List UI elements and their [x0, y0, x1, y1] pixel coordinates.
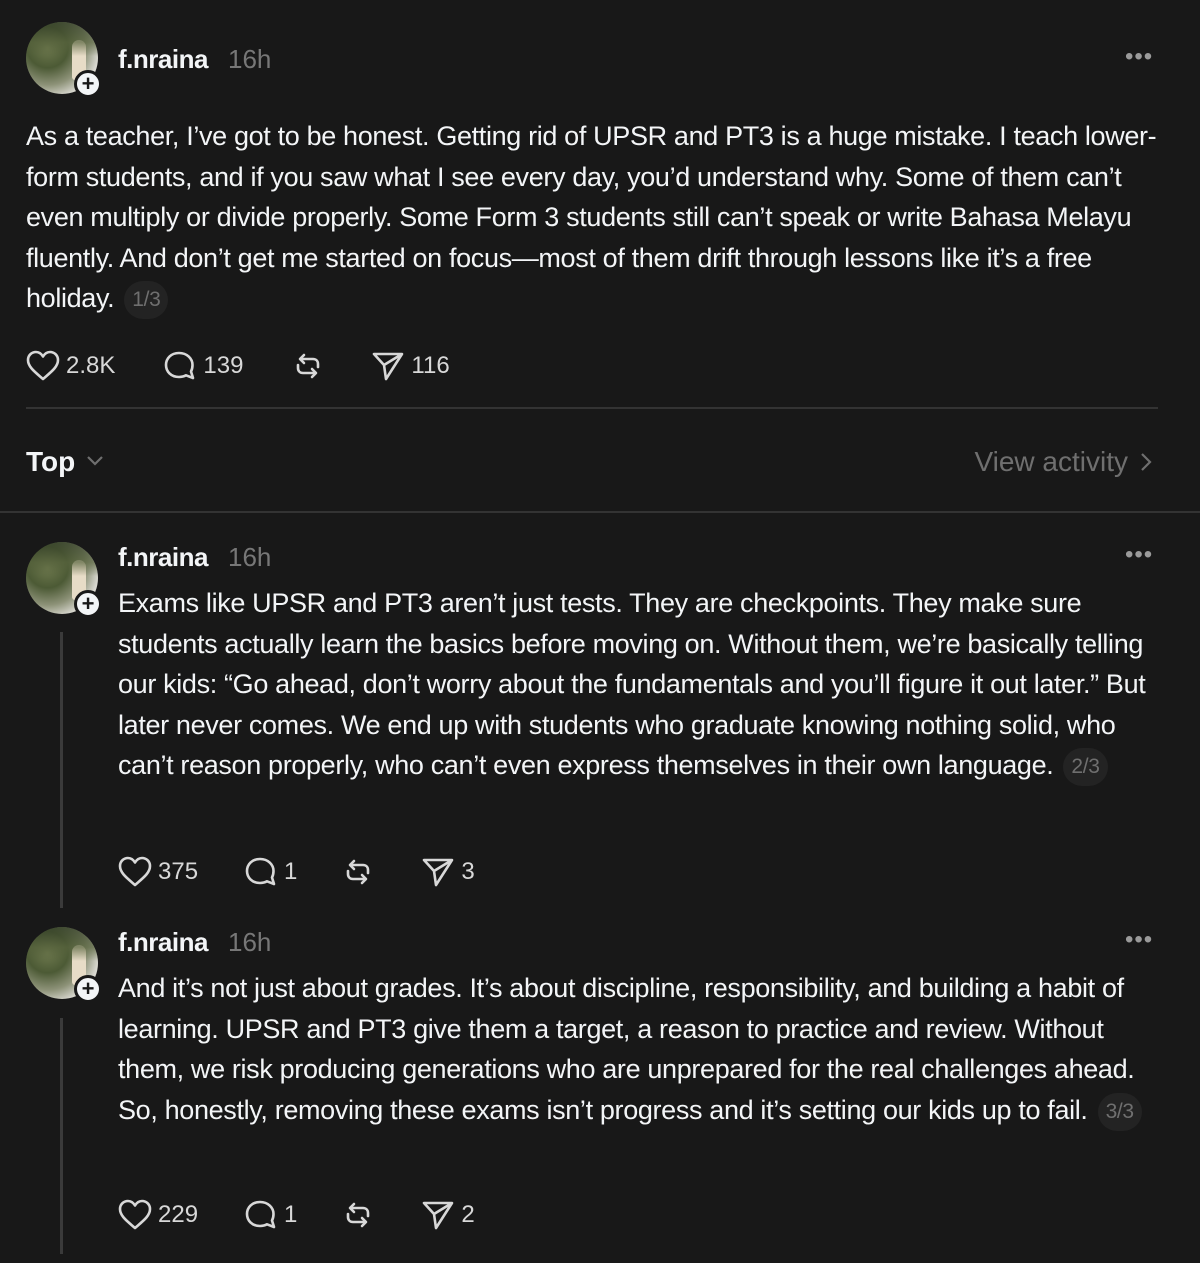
more-options-icon[interactable]: •••: [1125, 45, 1153, 69]
share-count: 2: [461, 1201, 475, 1228]
comment-count: 139: [203, 352, 244, 379]
reply-post: + f.nraina 16h ••• Exams like UPSR and P…: [0, 520, 1200, 905]
thread-pager: 2/3: [1063, 748, 1108, 786]
speech-bubble-icon: [245, 1200, 276, 1229]
like-count: 2.8K: [66, 352, 116, 379]
heart-icon: [118, 1199, 152, 1230]
reply-username[interactable]: f.nraina: [118, 542, 208, 573]
repost-button[interactable]: [341, 856, 375, 888]
share-count: 3: [461, 858, 475, 885]
more-options-icon[interactable]: •••: [1125, 928, 1153, 952]
main-post: + f.nraina 16h ••• As a teacher, I’ve go…: [0, 0, 1200, 410]
like-count: 375: [158, 858, 199, 885]
sort-dropdown[interactable]: Top: [26, 446, 75, 478]
comment-button[interactable]: 1: [244, 1199, 297, 1231]
more-options-icon[interactable]: •••: [1125, 543, 1153, 567]
send-icon: [423, 858, 454, 887]
repost-icon: [297, 353, 320, 379]
post-time: 16h: [228, 44, 272, 74]
reply-actions: 375 1 3: [118, 852, 475, 892]
comment-count: 1: [284, 1201, 298, 1228]
sort-label: Top: [26, 446, 76, 477]
post-username[interactable]: f.nraina: [118, 44, 208, 75]
post-body: As a teacher, I’ve got to be honest. Get…: [26, 121, 1157, 313]
chevron-right-icon[interactable]: [1140, 452, 1152, 472]
chevron-down-icon[interactable]: [86, 455, 104, 467]
follow-plus-icon[interactable]: +: [74, 975, 102, 1003]
speech-bubble-icon: [245, 857, 276, 886]
reply-time: 16h: [228, 927, 272, 957]
follow-plus-icon[interactable]: +: [74, 590, 102, 618]
thread-pager: 3/3: [1097, 1092, 1142, 1131]
send-icon: [423, 1201, 454, 1230]
post-actions: 2.8K 139 116: [26, 346, 450, 386]
divider: [26, 407, 1158, 409]
share-button[interactable]: 3: [421, 856, 475, 888]
reply-time: 16h: [228, 542, 272, 572]
reply-username[interactable]: f.nraina: [118, 927, 208, 958]
heart-icon: [26, 350, 60, 381]
view-activity-link[interactable]: View activity: [974, 446, 1128, 478]
send-icon: [373, 352, 404, 381]
like-button[interactable]: 375: [118, 856, 198, 888]
like-count: 229: [158, 1201, 199, 1228]
comment-count: 1: [284, 858, 298, 885]
reply-text: Exams like UPSR and PT3 aren’t just test…: [118, 583, 1163, 786]
like-button[interactable]: 229: [118, 1199, 198, 1231]
like-button[interactable]: 2.8K: [26, 350, 115, 382]
speech-bubble-icon: [165, 351, 195, 380]
share-button[interactable]: 2: [421, 1199, 475, 1231]
comment-button[interactable]: 1: [244, 856, 297, 888]
reply-body: Exams like UPSR and PT3 aren’t just test…: [118, 588, 1146, 780]
share-button[interactable]: 116: [371, 350, 450, 382]
thread-pager: 1/3: [124, 281, 169, 319]
post-text: As a teacher, I’ve got to be honest. Get…: [26, 116, 1161, 319]
repost-button[interactable]: [341, 1199, 375, 1231]
repost-icon: [347, 859, 370, 885]
heart-icon: [118, 856, 152, 887]
reply-actions: 229 1 2: [118, 1195, 475, 1235]
reply-text: And it’s not just about grades. It’s abo…: [118, 968, 1163, 1131]
repost-icon: [347, 1202, 370, 1228]
avatar-wrapper[interactable]: +: [26, 927, 102, 1003]
avatar-wrapper[interactable]: +: [26, 542, 102, 618]
comment-button[interactable]: 139: [163, 350, 243, 382]
follow-plus-icon[interactable]: +: [74, 70, 102, 98]
reply-post: + f.nraina 16h ••• And it’s not just abo…: [0, 905, 1200, 1263]
repost-button[interactable]: [291, 350, 325, 382]
section-divider: [0, 511, 1200, 513]
avatar-wrapper[interactable]: +: [26, 22, 102, 98]
share-count: 116: [411, 352, 450, 379]
reply-body: And it’s not just about grades. It’s abo…: [118, 973, 1135, 1125]
